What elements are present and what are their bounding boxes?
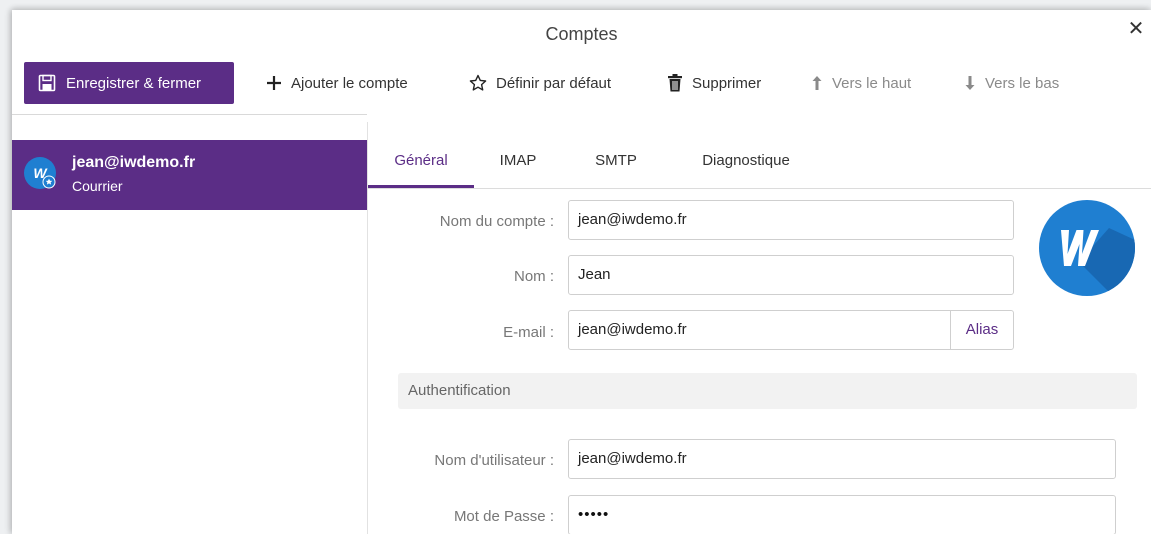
accounts-window: Comptes ✕ Enregistrer & fermer Ajouter l… bbox=[12, 10, 1151, 534]
toolbar-divider bbox=[12, 114, 367, 115]
move-down-button[interactable]: Vers le bas bbox=[964, 62, 1059, 104]
move-up-button[interactable]: Vers le haut bbox=[811, 62, 911, 104]
username-label: Nom d'utilisateur : bbox=[434, 452, 554, 469]
save-close-label: Enregistrer & fermer bbox=[66, 74, 202, 92]
tab-general[interactable]: Général bbox=[368, 140, 474, 188]
email-value: jean@iwdemo.fr bbox=[578, 321, 687, 338]
add-account-button[interactable]: Ajouter le compte bbox=[266, 62, 408, 104]
email-label: E-mail : bbox=[503, 324, 554, 341]
tab-bar: Général IMAP SMTP Diagnostique bbox=[368, 140, 1151, 189]
account-list-item[interactable]: W jean@iwdemo.fr Courrier bbox=[12, 140, 367, 210]
password-field[interactable]: ••••• bbox=[568, 495, 1116, 534]
authentication-section-header: Authentification bbox=[398, 373, 1137, 409]
account-name-label: Nom du compte : bbox=[439, 213, 554, 230]
username-field[interactable]: jean@iwdemo.fr bbox=[568, 439, 1116, 479]
delete-label: Supprimer bbox=[692, 74, 762, 92]
toolbar: Enregistrer & fermer Ajouter le compte D… bbox=[12, 58, 1151, 108]
account-type: Courrier bbox=[72, 178, 123, 194]
trash-icon bbox=[667, 74, 683, 92]
save-icon bbox=[38, 74, 56, 92]
window-title: Comptes bbox=[545, 24, 618, 44]
plus-icon bbox=[266, 75, 282, 91]
name-field[interactable]: Jean bbox=[568, 255, 1014, 295]
tab-imap[interactable]: IMAP bbox=[488, 140, 548, 188]
alias-button[interactable]: Alias bbox=[950, 311, 1013, 349]
set-default-button[interactable]: Définir par défaut bbox=[469, 62, 611, 104]
account-name-field[interactable]: jean@iwdemo.fr bbox=[568, 200, 1014, 240]
close-icon[interactable]: ✕ bbox=[1125, 18, 1147, 40]
save-close-button[interactable]: Enregistrer & fermer bbox=[24, 62, 234, 104]
star-icon bbox=[469, 74, 487, 92]
accounts-sidebar: W jean@iwdemo.fr Courrier bbox=[12, 122, 368, 534]
tab-diagnostics[interactable]: Diagnostique bbox=[688, 140, 804, 188]
password-label: Mot de Passe : bbox=[453, 508, 554, 525]
account-logo-icon bbox=[1039, 200, 1135, 296]
add-account-label: Ajouter le compte bbox=[291, 74, 408, 92]
name-label: Nom : bbox=[513, 268, 554, 285]
tab-smtp[interactable]: SMTP bbox=[586, 140, 646, 188]
account-name: jean@iwdemo.fr bbox=[72, 154, 196, 171]
arrow-down-icon bbox=[964, 75, 976, 91]
delete-button[interactable]: Supprimer bbox=[667, 62, 761, 104]
account-avatar-icon: W bbox=[24, 157, 56, 189]
move-down-label: Vers le bas bbox=[985, 74, 1060, 92]
account-details: Général IMAP SMTP Diagnostique Nom du co… bbox=[368, 122, 1151, 534]
password-value: ••••• bbox=[578, 506, 610, 523]
set-default-label: Définir par défaut bbox=[496, 74, 612, 92]
move-up-label: Vers le haut bbox=[832, 74, 912, 92]
title-bar: Comptes ✕ bbox=[12, 10, 1151, 56]
email-field[interactable]: jean@iwdemo.fr Alias bbox=[568, 310, 1014, 350]
arrow-up-icon bbox=[811, 75, 823, 91]
